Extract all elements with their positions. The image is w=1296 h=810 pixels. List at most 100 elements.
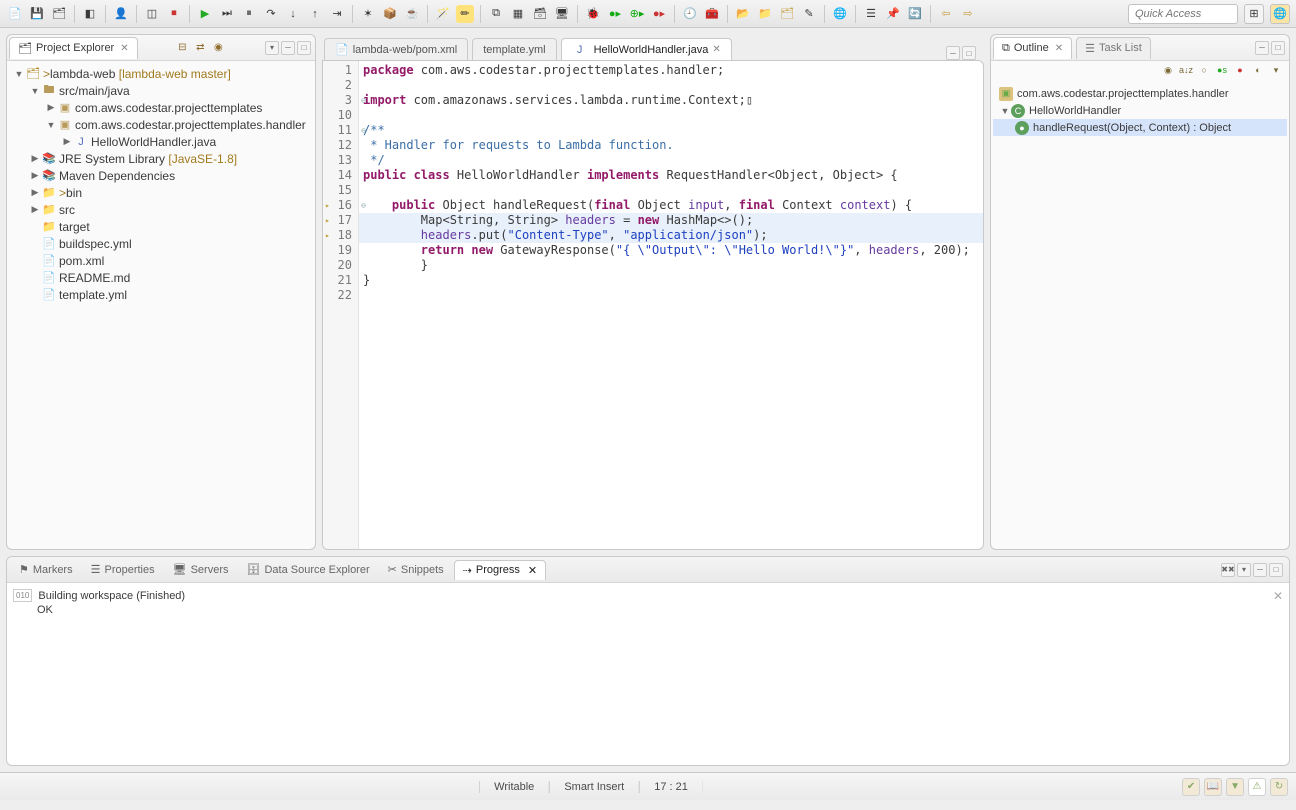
open-folder-icon[interactable]: 📂 xyxy=(734,5,752,23)
tree-java-file[interactable]: ▶JHelloWorldHandler.java xyxy=(7,133,315,150)
step-over-icon[interactable]: ↷ xyxy=(262,5,280,23)
tree-file[interactable]: 📄pom.xml xyxy=(7,252,315,269)
tree-dir[interactable]: 📁target xyxy=(7,218,315,235)
step-into-icon[interactable]: ↓ xyxy=(284,5,302,23)
filter-icon[interactable]: ☰ xyxy=(862,5,880,23)
tree-package[interactable]: ▶▣com.aws.codestar.projecttemplates xyxy=(7,99,315,116)
tree-dir[interactable]: ▶📁> bin xyxy=(7,184,315,201)
remove-finished-icon[interactable]: ✕ xyxy=(1273,589,1283,603)
tab-progress[interactable]: ⇢Progress✕ xyxy=(454,560,546,580)
folder3-icon[interactable]: 🗂 xyxy=(778,5,796,23)
run-red-icon[interactable]: ●▸ xyxy=(650,5,668,23)
goto-icon[interactable]: ⧉ xyxy=(487,5,505,23)
tab-datasource[interactable]: 🗄Data Source Explorer xyxy=(239,560,378,580)
outline-class[interactable]: ▼CHelloWorldHandler xyxy=(993,102,1287,119)
tree-dir[interactable]: ▶📁src xyxy=(7,201,315,218)
close-icon[interactable]: ✕ xyxy=(120,43,128,54)
focus-icon[interactable]: ◉ xyxy=(1161,63,1175,77)
bug-run-icon[interactable]: 🐞 xyxy=(584,5,602,23)
view-menu-icon[interactable]: ▾ xyxy=(265,41,279,55)
minimize-icon[interactable]: ─ xyxy=(281,41,295,55)
editor-body[interactable]: 12310111213141516171819202122 package co… xyxy=(322,60,984,550)
collapse-all-icon[interactable]: ⊟ xyxy=(175,41,189,55)
resume-icon[interactable]: ⇥ xyxy=(328,5,346,23)
tab-markers[interactable]: ⚑Markers xyxy=(11,560,81,580)
maximize-icon[interactable]: □ xyxy=(962,46,976,60)
editor-tab-active[interactable]: JHelloWorldHandler.java✕ xyxy=(561,38,732,60)
task-icon[interactable]: ✶ xyxy=(359,5,377,23)
form-icon[interactable]: ▦ xyxy=(509,5,527,23)
stop-icon[interactable]: ⏹ xyxy=(165,5,183,23)
editor-tab[interactable]: 📄lambda-web/pom.xml xyxy=(324,38,468,60)
new-java-icon[interactable]: ☕ xyxy=(403,5,421,23)
java-ee-perspective-icon[interactable]: 🌐 xyxy=(1270,4,1290,24)
status-down-icon[interactable]: ▼ xyxy=(1226,778,1244,796)
minimize-icon[interactable]: ─ xyxy=(1255,41,1269,55)
switch-icon[interactable]: ◧ xyxy=(81,5,99,23)
close-icon[interactable]: ✕ xyxy=(528,564,537,577)
remove-all-icon[interactable]: ✖✖ xyxy=(1221,563,1235,577)
link-editor-icon[interactable]: ⇄ xyxy=(193,41,207,55)
tree-project-root[interactable]: ▼🗂 > lambda-web [lambda-web master] xyxy=(7,65,315,82)
history-icon[interactable]: 🕘 xyxy=(681,5,699,23)
back-icon[interactable]: ⇦ xyxy=(937,5,955,23)
maximize-icon[interactable]: □ xyxy=(1271,41,1285,55)
close-icon[interactable]: ✕ xyxy=(1055,43,1063,54)
maximize-icon[interactable]: □ xyxy=(297,41,311,55)
maximize-icon[interactable]: □ xyxy=(1269,563,1283,577)
tab-snippets[interactable]: ✂Snippets xyxy=(380,560,452,580)
status-validate-icon[interactable]: ✔ xyxy=(1182,778,1200,796)
forward-icon[interactable]: ⇨ xyxy=(959,5,977,23)
tree-file[interactable]: 📄template.yml xyxy=(7,286,315,303)
outline-tree[interactable]: ▣com.aws.codestar.projecttemplates.handl… xyxy=(991,83,1289,549)
quick-access-input[interactable] xyxy=(1128,4,1238,24)
wand-icon[interactable]: 🪄 xyxy=(434,5,452,23)
skip-icon[interactable]: ⏭ xyxy=(218,5,236,23)
pin-icon[interactable]: 📌 xyxy=(884,5,902,23)
code-content[interactable]: package com.aws.codestar.projecttemplate… xyxy=(359,61,983,549)
editor-tab[interactable]: template.yml xyxy=(472,38,556,60)
minimize-icon[interactable]: ─ xyxy=(1253,563,1267,577)
highlight-icon[interactable]: ✏ xyxy=(456,5,474,23)
tree-maven[interactable]: ▶📚Maven Dependencies xyxy=(7,167,315,184)
project-explorer-tab[interactable]: 🗂 Project Explorer ✕ xyxy=(9,37,138,59)
tree-file[interactable]: 📄buildspec.yml xyxy=(7,235,315,252)
hide-static-icon[interactable]: ●s xyxy=(1215,63,1229,77)
open-perspective-icon[interactable]: ⊞ xyxy=(1244,4,1264,24)
srv-icon[interactable]: 🖥 xyxy=(553,5,571,23)
save-all-icon[interactable]: 🗂 xyxy=(50,5,68,23)
tab-properties[interactable]: ☰Properties xyxy=(83,560,163,580)
minimize-icon[interactable]: ─ xyxy=(946,46,960,60)
globe-icon[interactable]: 🌐 xyxy=(831,5,849,23)
task-list-tab[interactable]: ☰Task List xyxy=(1076,37,1151,59)
focus-icon[interactable]: ◉ xyxy=(211,41,225,55)
db-icon[interactable]: 🗃 xyxy=(531,5,549,23)
status-book-icon[interactable]: 📖 xyxy=(1204,778,1222,796)
status-sync-icon[interactable]: ↻ xyxy=(1270,778,1288,796)
hide-fields-icon[interactable]: ○ xyxy=(1197,63,1211,77)
person-icon[interactable]: 👤 xyxy=(112,5,130,23)
outline-package[interactable]: ▣com.aws.codestar.projecttemplates.handl… xyxy=(993,85,1287,102)
tree-jre[interactable]: ▶📚JRE System Library [JavaSE-1.8] xyxy=(7,150,315,167)
hide-local-icon[interactable]: ◐ xyxy=(1251,63,1265,77)
run-green-icon[interactable]: ●▸ xyxy=(606,5,624,23)
outline-tab[interactable]: ⧉Outline✕ xyxy=(993,37,1072,59)
new-icon[interactable]: 📄 xyxy=(6,5,24,23)
tree-src-main-java[interactable]: ▼🖿src/main/java xyxy=(7,82,315,99)
debug-run-icon[interactable]: ▶ xyxy=(196,5,214,23)
tools-icon[interactable]: 🧰 xyxy=(703,5,721,23)
save-icon[interactable]: 💾 xyxy=(28,5,46,23)
view-menu-icon[interactable]: ▾ xyxy=(1269,63,1283,77)
close-tab-icon[interactable]: ✕ xyxy=(712,44,720,55)
step-out-icon[interactable]: ↑ xyxy=(306,5,324,23)
pencil-icon[interactable]: ✎ xyxy=(800,5,818,23)
outline-method[interactable]: ●handleRequest(Object, Context) : Object xyxy=(993,119,1287,136)
window-icon[interactable]: ◫ xyxy=(143,5,161,23)
status-warn-icon[interactable]: ⚠ xyxy=(1248,778,1266,796)
view-menu-icon[interactable]: ▾ xyxy=(1237,563,1251,577)
tree-file[interactable]: 📄README.md xyxy=(7,269,315,286)
hide-nonpublic-icon[interactable]: ● xyxy=(1233,63,1247,77)
project-tree[interactable]: ▼🗂 > lambda-web [lambda-web master] ▼🖿sr… xyxy=(7,61,315,549)
tree-package[interactable]: ▼▣com.aws.codestar.projecttemplates.hand… xyxy=(7,116,315,133)
jar-icon[interactable]: 📦 xyxy=(381,5,399,23)
